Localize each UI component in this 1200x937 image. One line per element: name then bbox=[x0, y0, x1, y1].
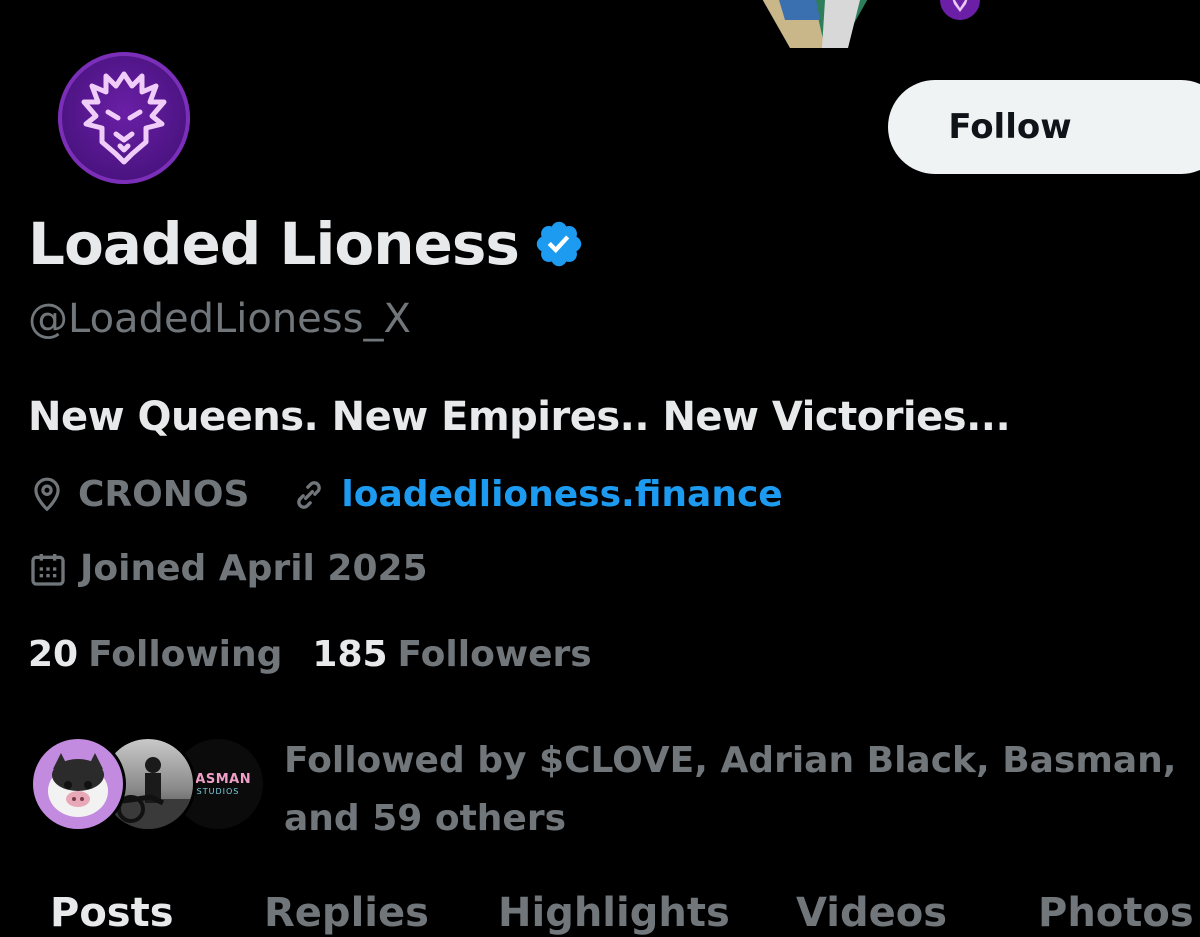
location-text: CRONOS bbox=[78, 474, 250, 515]
follow-button[interactable]: Follow bbox=[888, 80, 1200, 174]
joined-row: Joined April 2025 bbox=[28, 548, 428, 589]
followers-stat[interactable]: 185 Followers bbox=[312, 634, 591, 675]
location-item: CRONOS bbox=[28, 474, 249, 515]
followers-label: Followers bbox=[397, 634, 592, 675]
user-handle: @LoadedLioness_X bbox=[28, 296, 411, 342]
banner-image[interactable] bbox=[730, 0, 900, 48]
tab-photos[interactable]: Photos bbox=[1038, 890, 1194, 936]
follow-stats: 20 Following 185 Followers bbox=[28, 634, 622, 675]
link-icon bbox=[297, 480, 322, 509]
following-label: Following bbox=[88, 634, 283, 675]
profile-meta-row: CRONOS loadedlioness.finance bbox=[28, 474, 783, 515]
verified-badge-icon[interactable] bbox=[533, 218, 585, 270]
profile-bio: New Queens. New Empires.. New Victories.… bbox=[28, 394, 1011, 440]
location-pin-icon bbox=[34, 477, 60, 511]
profile-tabs: Posts Replies Highlights Videos Photos bbox=[0, 890, 1200, 937]
profile-avatar[interactable] bbox=[58, 52, 190, 184]
tab-highlights[interactable]: Highlights bbox=[498, 890, 730, 936]
lioness-logo-icon bbox=[81, 71, 167, 165]
banner-emblem bbox=[936, 0, 984, 22]
website-item[interactable]: loadedlioness.finance bbox=[289, 474, 783, 515]
profile-page: Follow Loaded Lioness @LoadedLioness_X N… bbox=[0, 0, 1200, 937]
followed-by-section[interactable]: BASMAN STUDIOS Followed by $CLOVE, Adria… bbox=[30, 732, 1190, 842]
website-link[interactable]: loadedlioness.finance bbox=[341, 474, 782, 515]
calendar-icon bbox=[31, 553, 65, 586]
tab-posts[interactable]: Posts bbox=[50, 890, 174, 936]
followed-by-line-2: and 59 others bbox=[284, 798, 567, 839]
name-row: Loaded Lioness bbox=[28, 210, 585, 278]
followed-by-text[interactable]: Followed by $CLOVE, Adrian Black, Basman… bbox=[284, 732, 1184, 848]
joined-item: Joined April 2025 bbox=[28, 548, 428, 589]
avatar-brand-sub: STUDIOS bbox=[196, 787, 240, 796]
tab-videos[interactable]: Videos bbox=[796, 890, 947, 936]
following-stat[interactable]: 20 Following bbox=[28, 634, 282, 675]
following-count: 20 bbox=[28, 634, 79, 675]
joined-text: Joined April 2025 bbox=[80, 548, 428, 589]
display-name: Loaded Lioness bbox=[28, 210, 520, 278]
followed-by-line-1: Followed by $CLOVE, Adrian Black, Basman… bbox=[284, 740, 1177, 781]
follower-avatar bbox=[30, 736, 126, 832]
tab-replies[interactable]: Replies bbox=[264, 890, 429, 936]
followers-count: 185 bbox=[312, 634, 388, 675]
